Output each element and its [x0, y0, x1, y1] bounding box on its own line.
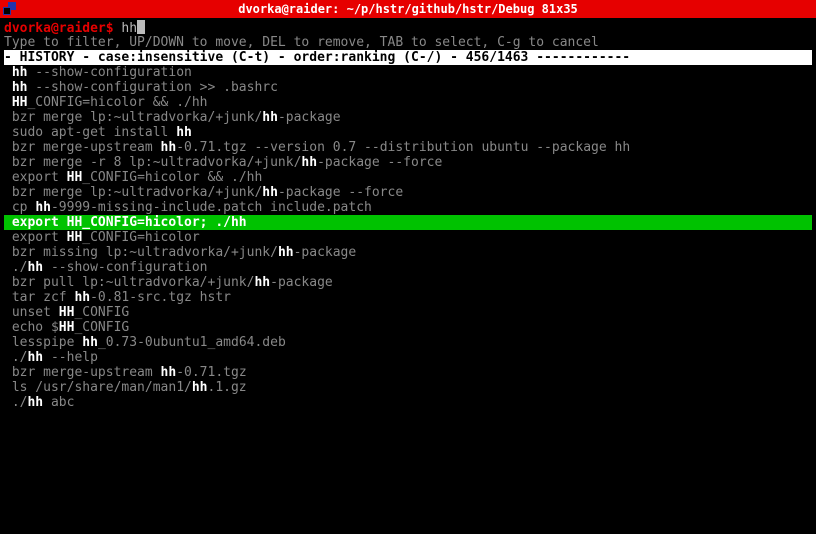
entry-text: echo $	[12, 320, 59, 335]
match-highlight: HH	[12, 95, 28, 110]
match-highlight: hh	[278, 245, 294, 260]
history-entry[interactable]: sudo apt-get install hh	[4, 125, 812, 140]
entry-text: -0.71.tgz	[176, 365, 246, 380]
entry-text: ./	[12, 260, 28, 275]
entry-text: --show-configuration	[27, 65, 191, 80]
entry-text: _CONFIG=hicolor && ./hh	[27, 95, 207, 110]
match-highlight: hh	[27, 260, 43, 275]
history-entry[interactable]: bzr merge-upstream hh-0.71.tgz --version…	[4, 140, 812, 155]
history-entry[interactable]: hh --show-configuration	[4, 65, 812, 80]
match-highlight: hh	[12, 65, 28, 80]
match-highlight: hh	[74, 290, 90, 305]
match-highlight: HH	[67, 230, 83, 245]
selected-entry[interactable]: export HH_CONFIG=hicolor; ./hh	[4, 215, 812, 230]
window-titlebar: dvorka@raider: ~/p/hstr/github/hstr/Debu…	[0, 0, 816, 18]
history-entry[interactable]: bzr merge -r 8 lp:~ultradvorka/+junk/hh-…	[4, 155, 812, 170]
shell-prompt: dvorka@raider$	[4, 21, 121, 36]
history-entry[interactable]: ./hh --help	[4, 350, 812, 365]
terminal[interactable]: dvorka@raider$ hh Type to filter, UP/DOW…	[0, 18, 816, 412]
history-entry[interactable]: export HH_CONFIG=hicolor	[4, 230, 812, 245]
match-highlight: hh	[254, 275, 270, 290]
entry-text: -package	[278, 110, 341, 125]
history-entry[interactable]: ./hh abc	[4, 395, 812, 410]
entry-text: tar zcf	[12, 290, 75, 305]
entry-text: bzr merge -r 8 lp:~ultradvorka/+junk/	[12, 155, 302, 170]
entry-text: -package --force	[317, 155, 442, 170]
history-entry[interactable]: export HH_CONFIG=hicolor && ./hh	[4, 170, 812, 185]
entry-text: -0.81-src.tgz hstr	[90, 290, 231, 305]
history-entry[interactable]: cp hh-9999-missing-include.patch include…	[4, 200, 812, 215]
match-highlight: hh	[301, 155, 317, 170]
history-entry[interactable]: bzr merge lp:~ultradvorka/+junk/hh-packa…	[4, 185, 812, 200]
status-bar: - HISTORY - case:insensitive (C-t) - ord…	[4, 50, 812, 65]
entry-text: _CONFIG=hicolor && ./hh	[82, 170, 262, 185]
match-highlight: hh	[161, 365, 177, 380]
history-entry[interactable]: bzr missing lp:~ultradvorka/+junk/hh-pac…	[4, 245, 812, 260]
match-highlight: HH	[59, 305, 75, 320]
entry-text: -package --force	[278, 185, 403, 200]
entry-text: bzr merge lp:~ultradvorka/+junk/	[12, 185, 262, 200]
history-entry[interactable]: HH_CONFIG=hicolor && ./hh	[4, 95, 812, 110]
entry-text: --help	[43, 350, 98, 365]
entry-text: ./	[12, 395, 28, 410]
history-entry[interactable]: echo $HH_CONFIG	[4, 320, 812, 335]
entry-text: bzr merge-upstream	[12, 365, 161, 380]
entry-text: sudo apt-get install	[12, 125, 176, 140]
entry-text: abc	[43, 395, 74, 410]
entry-text: bzr merge-upstream	[12, 140, 161, 155]
entry-text: _CONFIG	[74, 320, 129, 335]
entry-text: -package	[294, 245, 357, 260]
match-highlight: hh	[161, 140, 177, 155]
match-highlight: hh	[27, 395, 43, 410]
entry-text: unset	[12, 305, 59, 320]
match-highlight: hh	[82, 335, 98, 350]
entry-text: --show-configuration	[43, 260, 207, 275]
history-entry[interactable]: unset HH_CONFIG	[4, 305, 812, 320]
window-title: dvorka@raider: ~/p/hstr/github/hstr/Debu…	[0, 2, 816, 17]
history-entry[interactable]: lesspipe hh_0.73-0ubuntu1_amd64.deb	[4, 335, 812, 350]
entry-text: cp	[12, 200, 35, 215]
entry-text: ls /usr/share/man/man1/	[12, 380, 192, 395]
history-entry[interactable]: tar zcf hh-0.81-src.tgz hstr	[4, 290, 812, 305]
cursor	[137, 20, 145, 34]
entry-text: lesspipe	[12, 335, 82, 350]
history-entry[interactable]: bzr pull lp:~ultradvorka/+junk/hh-packag…	[4, 275, 812, 290]
entry-text: bzr missing lp:~ultradvorka/+junk/	[12, 245, 278, 260]
history-list[interactable]: hh --show-configuration hh --show-config…	[4, 65, 812, 410]
entry-text: export	[12, 230, 67, 245]
entry-text: _0.73-0ubuntu1_amd64.deb	[98, 335, 286, 350]
match-highlight: hh	[262, 110, 278, 125]
entry-text: bzr pull lp:~ultradvorka/+junk/	[12, 275, 255, 290]
history-entry[interactable]: ls /usr/share/man/man1/hh.1.gz	[4, 380, 812, 395]
entry-text: -9999-missing-include.patch include.patc…	[51, 200, 372, 215]
typed-query: hh	[121, 21, 137, 36]
entry-text: -0.71.tgz --version 0.7 --distribution u…	[176, 140, 630, 155]
match-highlight: HH	[67, 170, 83, 185]
match-highlight: hh	[262, 185, 278, 200]
help-line: Type to filter, UP/DOWN to move, DEL to …	[4, 35, 812, 50]
match-highlight: hh	[192, 380, 208, 395]
history-entry[interactable]: export HH_CONFIG=hicolor; ./hh	[4, 215, 812, 230]
entry-text: bzr merge lp:~ultradvorka/+junk/	[12, 110, 262, 125]
entry-text: .1.gz	[208, 380, 247, 395]
match-highlight: hh	[12, 80, 28, 95]
entry-text: -package	[270, 275, 333, 290]
history-entry[interactable]: hh --show-configuration >> .bashrc	[4, 80, 812, 95]
entry-text: ./	[12, 350, 28, 365]
match-highlight: hh	[176, 125, 192, 140]
match-highlight: hh	[27, 350, 43, 365]
history-entry[interactable]: ./hh --show-configuration	[4, 260, 812, 275]
entry-text: --show-configuration >> .bashrc	[27, 80, 277, 95]
entry-text: export	[12, 170, 67, 185]
prompt-row[interactable]: dvorka@raider$ hh	[4, 20, 812, 35]
match-highlight: HH	[59, 320, 75, 335]
match-highlight: hh	[35, 200, 51, 215]
history-entry[interactable]: bzr merge lp:~ultradvorka/+junk/hh-packa…	[4, 110, 812, 125]
history-entry[interactable]: bzr merge-upstream hh-0.71.tgz	[4, 365, 812, 380]
entry-text: _CONFIG=hicolor	[82, 230, 199, 245]
entry-text: _CONFIG	[74, 305, 129, 320]
